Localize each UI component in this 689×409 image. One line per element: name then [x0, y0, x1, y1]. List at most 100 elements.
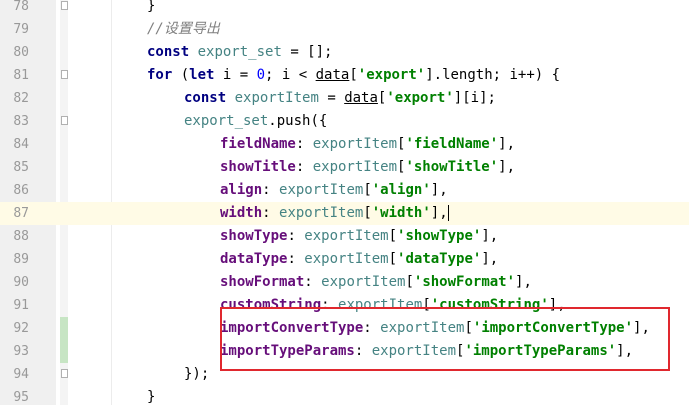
- string: 'showTitle': [405, 159, 499, 175]
- property-key: fieldName: [220, 136, 296, 152]
- keyword: const: [184, 90, 227, 106]
- property-key: showFormat: [220, 274, 305, 290]
- variable: exportItem: [321, 274, 406, 290]
- code-text: }: [147, 386, 155, 409]
- string: 'align': [371, 182, 431, 198]
- code-punct: ][i];: [453, 90, 496, 106]
- code-text: showFormat: exportItem['showFormat'],: [220, 274, 532, 290]
- code-text: //设置导出: [147, 18, 220, 41]
- line-number: 81: [13, 68, 29, 83]
- code-punct: ].length; i++) {: [425, 67, 561, 83]
- string: 'fieldName': [405, 136, 499, 152]
- string: 'width': [371, 205, 431, 221]
- line-number: 92: [13, 321, 29, 336]
- code-punct: (: [172, 67, 190, 83]
- keyword: for: [147, 67, 173, 83]
- text-caret: [447, 205, 449, 221]
- code-text: align: exportItem['align'],: [220, 182, 448, 198]
- line-number: 90: [13, 275, 29, 290]
- code-line-83[interactable]: 83 export_set.push({: [0, 110, 689, 133]
- code-line-80[interactable]: 80 const export_set = [];: [0, 41, 689, 64]
- code-punct: =: [318, 90, 345, 106]
- string: 'export': [357, 67, 426, 83]
- line-number: 84: [13, 137, 29, 152]
- string: 'dataType': [397, 251, 482, 267]
- code-line-90[interactable]: 90 showFormat: exportItem['showFormat'],: [0, 271, 689, 294]
- code-line-85[interactable]: 85 showTitle: exportItem['showTitle'],: [0, 156, 689, 179]
- code-line-79[interactable]: 79 //设置导出: [0, 18, 689, 41]
- code-punct: [: [349, 67, 358, 83]
- code-text: }: [147, 0, 155, 18]
- variable: exportItem: [304, 251, 389, 267]
- code-line-78[interactable]: 78 }: [0, 0, 689, 18]
- string: 'showType': [397, 228, 482, 244]
- variable: exportItem: [312, 136, 398, 152]
- number: 0: [256, 67, 266, 83]
- data-ref: data: [344, 90, 378, 106]
- line-number: 89: [13, 252, 29, 267]
- code-text: const exportItem = data['export'][i];: [184, 87, 496, 110]
- line-number: 82: [13, 91, 29, 106]
- code-line-87-current[interactable]: 87 width: exportItem['width'],: [0, 202, 689, 225]
- code-text: export_set.push({: [184, 110, 327, 133]
- variable: exportItem: [304, 228, 389, 244]
- highlight-annotation-box: [220, 307, 670, 371]
- string: 'showFormat': [413, 274, 516, 290]
- fold-marker-icon[interactable]: [61, 1, 68, 10]
- added-line-marker[interactable]: [60, 317, 68, 340]
- code-line-86[interactable]: 86 align: exportItem['align'],: [0, 179, 689, 202]
- property-key: showTitle: [220, 159, 296, 175]
- code-text: });: [184, 363, 209, 386]
- variable: export_set: [184, 113, 269, 129]
- code-text: fieldName: exportItem['fieldName'],: [220, 136, 516, 152]
- code-line-84[interactable]: 84 fieldName: exportItem['fieldName'],: [0, 133, 689, 156]
- comment: //设置导出: [147, 21, 220, 37]
- closing-brace: }: [147, 0, 156, 14]
- line-number: 87: [13, 206, 29, 221]
- property-key: dataType: [220, 251, 288, 267]
- data-ref: data: [315, 67, 350, 83]
- variable: exportItem: [279, 182, 364, 198]
- property-key: align: [220, 182, 263, 198]
- property-key: width: [220, 205, 263, 221]
- keyword: const: [147, 44, 190, 60]
- code-line-88[interactable]: 88 showType: exportItem['showType'],: [0, 225, 689, 248]
- code-text: const export_set = [];: [147, 41, 332, 64]
- code-line-95[interactable]: 95 }: [0, 386, 689, 409]
- fold-marker-icon[interactable]: [61, 70, 68, 79]
- code-text: dataType: exportItem['dataType'],: [220, 251, 499, 267]
- code-text: width: exportItem['width'],: [220, 205, 449, 221]
- code-punct: ; i <: [265, 67, 316, 83]
- fold-marker-icon[interactable]: [61, 116, 68, 125]
- variable: exportItem: [234, 90, 319, 106]
- line-number: 93: [13, 344, 29, 359]
- code-punct: .push({: [268, 113, 328, 129]
- line-number: 94: [13, 367, 29, 382]
- property-key: showType: [220, 228, 288, 244]
- variable: exportItem: [312, 159, 398, 175]
- fold-marker-icon[interactable]: [61, 369, 68, 378]
- code-line-81[interactable]: 81 for (let i = 0; i < data['export'].le…: [0, 64, 689, 87]
- string: 'export': [386, 90, 454, 106]
- line-number: 80: [13, 45, 29, 60]
- line-number: 78: [13, 0, 29, 14]
- line-number: 83: [13, 114, 29, 129]
- variable: exportItem: [279, 205, 364, 221]
- line-number: 85: [13, 160, 29, 175]
- code-punct: = [];: [281, 44, 333, 60]
- code-text: showTitle: exportItem['showTitle'],: [220, 159, 516, 175]
- code-text: showType: exportItem['showType'],: [220, 228, 499, 244]
- keyword: let: [189, 67, 215, 83]
- line-number: 95: [13, 390, 29, 405]
- code-punct: });: [184, 366, 210, 382]
- line-number: 79: [13, 22, 29, 37]
- variable: export_set: [197, 44, 282, 60]
- code-text: for (let i = 0; i < data['export'].lengt…: [147, 64, 560, 87]
- line-number: 91: [13, 298, 29, 313]
- line-number: 88: [13, 229, 29, 244]
- code-line-89[interactable]: 89 dataType: exportItem['dataType'],: [0, 248, 689, 271]
- code-line-82[interactable]: 82 const exportItem = data['export'][i];: [0, 87, 689, 110]
- line-number: 86: [13, 183, 29, 198]
- closing-brace: }: [147, 389, 156, 405]
- added-line-marker[interactable]: [60, 340, 68, 363]
